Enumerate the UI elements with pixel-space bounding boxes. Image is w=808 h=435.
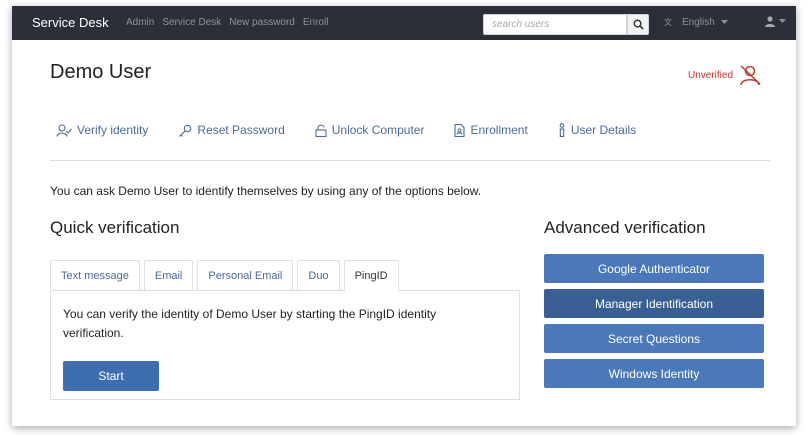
search-icon bbox=[633, 19, 644, 30]
caret-down-icon bbox=[720, 19, 728, 24]
tab-label: Enrollment bbox=[470, 123, 528, 137]
quick-verification-heading: Quick verification bbox=[50, 218, 180, 237]
pingid-panel: You can verify the identity of Demo User… bbox=[50, 290, 520, 400]
caret-down-icon bbox=[779, 18, 786, 23]
tab-label: Unlock Computer bbox=[331, 123, 425, 137]
tab-email[interactable]: Email bbox=[143, 260, 194, 290]
panel-text: You can verify the identity of Demo User… bbox=[63, 307, 437, 340]
search-input[interactable] bbox=[483, 14, 627, 35]
tab-text-message[interactable]: Text message bbox=[50, 260, 140, 290]
tab-duo[interactable]: Duo bbox=[297, 260, 340, 290]
verification-status: Unverified bbox=[688, 64, 762, 86]
tab-label: User Details bbox=[570, 123, 637, 137]
status-badge: Unverified bbox=[688, 69, 734, 81]
document-icon bbox=[454, 123, 466, 137]
nav-links: Admin Service Desk New password Enroll bbox=[126, 17, 328, 28]
language-selector[interactable]: 文 English bbox=[664, 16, 728, 28]
user-unverified-icon bbox=[740, 65, 761, 86]
nav-link-enroll[interactable]: Enroll bbox=[303, 17, 329, 28]
manager-identification-button[interactable]: Manager Identification bbox=[544, 289, 764, 318]
user-icon bbox=[765, 16, 775, 27]
user-check-icon bbox=[56, 123, 72, 137]
advanced-verification-heading: Advanced verification bbox=[544, 218, 706, 237]
windows-identity-button[interactable]: Windows Identity bbox=[544, 359, 764, 388]
divider bbox=[50, 160, 770, 161]
tab-enrollment[interactable]: Enrollment bbox=[454, 123, 528, 137]
tab-verify-identity[interactable]: Verify identity bbox=[56, 123, 148, 137]
info-icon bbox=[559, 123, 565, 137]
nav-link-new-password[interactable]: New password bbox=[229, 17, 295, 28]
svg-text:文: 文 bbox=[664, 17, 672, 27]
language-label: English bbox=[682, 16, 715, 28]
tab-label: Verify identity bbox=[77, 123, 149, 137]
navbar: Service Desk Admin Service Desk New pass… bbox=[12, 6, 796, 40]
advanced-options: Google Authenticator Manager Identificat… bbox=[544, 254, 764, 394]
unlock-icon bbox=[315, 124, 327, 137]
action-tabs: Verify identity Reset Password Unlock Co… bbox=[56, 123, 666, 137]
search-button[interactable] bbox=[627, 14, 649, 35]
tab-label: Reset Password bbox=[197, 123, 285, 137]
start-button[interactable]: Start bbox=[63, 361, 159, 391]
google-authenticator-button[interactable]: Google Authenticator bbox=[544, 254, 764, 283]
nav-link-admin[interactable]: Admin bbox=[126, 17, 154, 28]
tab-reset-password[interactable]: Reset Password bbox=[178, 123, 285, 137]
intro-text: You can ask Demo User to identify themse… bbox=[50, 184, 482, 198]
tab-unlock-computer[interactable]: Unlock Computer bbox=[315, 123, 425, 137]
translate-icon: 文 bbox=[664, 17, 672, 27]
secret-questions-button[interactable]: Secret Questions bbox=[544, 324, 764, 353]
tab-pingid[interactable]: PingID bbox=[343, 260, 399, 291]
page-title: Demo User bbox=[50, 61, 152, 83]
tab-user-details[interactable]: User Details bbox=[558, 123, 636, 137]
brand[interactable]: Service Desk bbox=[32, 15, 109, 30]
tab-personal-email[interactable]: Personal Email bbox=[197, 260, 294, 290]
quick-verification-tabs: Text message Email Personal Email Duo Pi… bbox=[50, 260, 403, 291]
nav-link-service-desk[interactable]: Service Desk bbox=[162, 17, 221, 28]
app-window: Service Desk Admin Service Desk New pass… bbox=[12, 6, 796, 426]
key-icon bbox=[179, 124, 192, 137]
user-menu[interactable] bbox=[764, 15, 786, 27]
